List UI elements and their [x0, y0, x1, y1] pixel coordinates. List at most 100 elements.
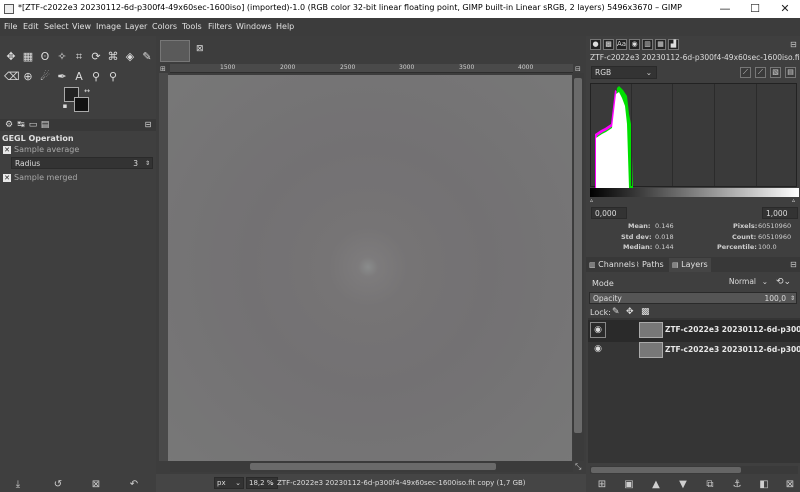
menu-layer[interactable]: Layer: [125, 22, 147, 31]
reset-colors-icon[interactable]: ▪: [58, 99, 72, 113]
sample-average-checkbox[interactable]: ✕: [3, 146, 11, 154]
range-high-handle-icon[interactable]: ▵: [792, 197, 795, 204]
fuzzy-select-icon[interactable]: ✧: [55, 50, 69, 64]
vertical-scroll-thumb[interactable]: [574, 78, 582, 433]
menu-colors[interactable]: Colors: [152, 22, 177, 31]
unified-transform-icon[interactable]: ⟳: [89, 50, 103, 64]
document-history-tab-icon[interactable]: ◉: [629, 39, 640, 50]
quick-mask-icon[interactable]: ⊞: [160, 65, 166, 73]
reset-options-icon[interactable]: ↶: [128, 479, 140, 491]
align-tool-icon[interactable]: ▦: [21, 50, 35, 64]
linear-histogram-icon[interactable]: ⟋: [740, 67, 751, 78]
raise-layer-icon[interactable]: ▲: [650, 479, 662, 491]
menu-tools[interactable]: Tools: [182, 22, 202, 31]
navigate-icon[interactable]: ⊟: [575, 65, 581, 73]
lower-layer-icon[interactable]: ▼: [677, 479, 689, 491]
layers-panel-menu-icon[interactable]: ⊟: [790, 260, 797, 269]
layer-row[interactable]: ◉ ZTF-c2022e3 20230112-6d-p300: [588, 340, 800, 362]
range-high-field[interactable]: 1,000: [762, 207, 798, 219]
tool-presets-tab-icon[interactable]: ▥: [642, 39, 653, 50]
opacity-slider[interactable]: Opacity 100,0 ⇕: [589, 292, 797, 304]
configure-tab-icon[interactable]: ⊟: [141, 118, 155, 132]
tab-paths[interactable]: ⌇ Paths: [636, 258, 664, 272]
opacity-value: 100,0: [764, 294, 786, 303]
anchor-layer-icon[interactable]: ⚓: [731, 479, 743, 491]
move-tool-icon[interactable]: ✥: [4, 50, 18, 64]
dynamics-tab-icon[interactable]: ▦: [655, 39, 666, 50]
patterns-tab-icon[interactable]: ▩: [603, 39, 614, 50]
channel-select[interactable]: RGB ⌄: [591, 66, 657, 79]
new-layer-icon[interactable]: ⊞: [596, 479, 608, 491]
duplicate-layer-icon[interactable]: ⧉: [704, 479, 716, 491]
menu-file[interactable]: File: [4, 22, 17, 31]
new-layer-group-icon[interactable]: ▣: [623, 479, 635, 491]
zoom-select[interactable]: 18,2 % ⌄: [246, 477, 278, 489]
mode-select[interactable]: Normal ⌄: [660, 276, 770, 289]
tab-channels[interactable]: ▥ Channels: [589, 258, 635, 272]
free-select-icon[interactable]: ʘ: [38, 50, 52, 64]
maximize-button[interactable]: ☐: [740, 0, 770, 18]
close-tab-icon[interactable]: ⊠: [196, 44, 204, 54]
panel-menu-icon[interactable]: ⊟: [790, 40, 797, 49]
layer-mask-icon[interactable]: ◧: [758, 479, 770, 491]
menu-select[interactable]: Select: [44, 22, 69, 31]
opacity-spin-icon[interactable]: ⇕: [790, 293, 795, 304]
pixels-value: 60510960: [758, 222, 792, 230]
lock-position-icon[interactable]: ✥: [626, 307, 634, 317]
menu-image[interactable]: Image: [96, 22, 121, 31]
horizontal-scroll-thumb[interactable]: [250, 463, 496, 470]
menu-edit[interactable]: Edit: [23, 22, 39, 31]
eraser-icon[interactable]: ⌫: [4, 70, 20, 84]
range-high-value: 1,000: [766, 209, 788, 218]
image-canvas[interactable]: [168, 75, 572, 461]
delete-options-icon[interactable]: ⊠: [90, 479, 102, 491]
menu-windows[interactable]: Windows: [236, 22, 272, 31]
histogram-channels-icon[interactable]: ▤: [785, 67, 796, 78]
reset-mode-icon[interactable]: ⟲⌄: [776, 277, 791, 287]
warp-transform-icon[interactable]: ⌘: [106, 50, 120, 64]
histogram-composite: [596, 92, 629, 188]
lock-pixels-icon[interactable]: ✎: [612, 307, 620, 317]
eye-visibility-icon[interactable]: ◉: [590, 322, 606, 338]
brushes-tab-icon[interactable]: ●: [590, 39, 601, 50]
background-color-swatch[interactable]: [74, 97, 89, 112]
text-tool-icon[interactable]: A: [72, 70, 86, 84]
restore-options-icon[interactable]: ↺: [52, 479, 64, 491]
images-tab-icon[interactable]: ▤: [38, 118, 52, 132]
eye-visibility-icon[interactable]: ◉: [590, 342, 606, 358]
layer-row[interactable]: ◉ ZTF-c2022e3 20230112-6d-p300: [588, 320, 800, 342]
close-button[interactable]: ✕: [770, 0, 800, 18]
tab-paths-label: Paths: [641, 260, 664, 269]
smudge-tool-icon[interactable]: ☄: [38, 70, 52, 84]
image-tab-thumbnail[interactable]: [160, 40, 190, 62]
sample-merged-checkbox[interactable]: ✕: [3, 174, 11, 182]
color-picker-icon[interactable]: ⚲: [89, 70, 103, 84]
crop-tool-icon[interactable]: ⌗: [72, 50, 86, 64]
minimize-button[interactable]: —: [710, 0, 740, 18]
radius-field[interactable]: Radius 3 ⇕: [11, 157, 153, 169]
clone-tool-icon[interactable]: ⊕: [21, 70, 35, 84]
zoom-image-icon[interactable]: ⤡: [575, 462, 581, 472]
bucket-fill-icon[interactable]: ◈: [123, 50, 137, 64]
range-low-field[interactable]: 0,000: [591, 207, 627, 219]
fonts-tab-icon[interactable]: Aa: [616, 39, 627, 50]
menu-filters[interactable]: Filters: [208, 22, 232, 31]
menu-help[interactable]: Help: [276, 22, 294, 31]
path-tool-icon[interactable]: ✒: [55, 70, 69, 84]
mean-label: Mean:: [628, 222, 651, 230]
unit-select[interactable]: px ⌄: [214, 477, 244, 489]
save-options-icon[interactable]: ⤓: [12, 479, 24, 491]
zoom-tool-icon[interactable]: ⚲: [106, 70, 120, 84]
radius-spin-icon[interactable]: ⇕: [145, 158, 150, 169]
lock-alpha-icon[interactable]: ▩: [641, 307, 650, 317]
swap-colors-icon[interactable]: ↔: [80, 84, 94, 98]
paintbrush-icon[interactable]: ✎: [140, 50, 154, 64]
range-low-handle-icon[interactable]: ▵: [590, 197, 593, 204]
tab-layers[interactable]: ▤ Layers: [669, 258, 711, 272]
layers-scroll-thumb[interactable]: [591, 467, 741, 473]
histogram-view-icon[interactable]: ▧: [770, 67, 781, 78]
menu-view[interactable]: View: [72, 22, 91, 31]
histogram-tab-icon[interactable]: ▟: [668, 39, 679, 50]
log-histogram-icon[interactable]: ⟋: [755, 67, 766, 78]
delete-layer-icon[interactable]: ⊠: [784, 479, 796, 491]
